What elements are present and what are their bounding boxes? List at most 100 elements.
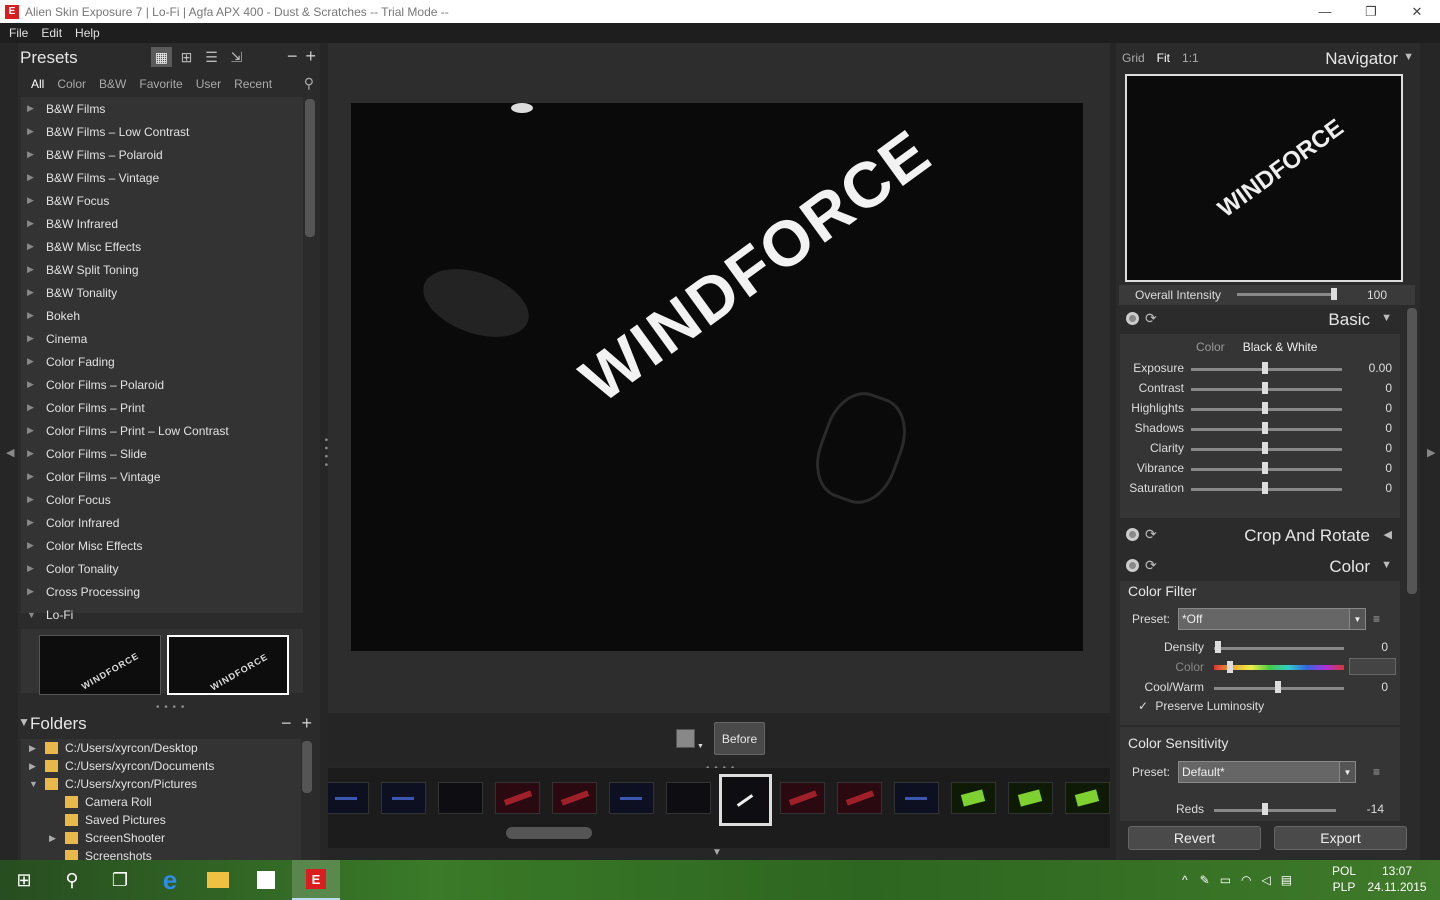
preset-category-item[interactable]: ▶ Color Films – Vintage	[21, 465, 303, 488]
density-knob[interactable]	[1215, 641, 1221, 653]
preset-category-item[interactable]: ▶ Cross Processing	[21, 580, 303, 603]
chevron-right-icon[interactable]: ▶	[27, 241, 36, 252]
reset-icon[interactable]: ⟳	[1145, 310, 1157, 327]
battery-icon[interactable]: ▭	[1220, 873, 1231, 887]
filmstrip-thumbnail[interactable]	[552, 782, 597, 814]
reds-knob[interactable]	[1262, 803, 1268, 815]
filmstrip-thumbnail[interactable]	[951, 782, 996, 814]
preserve-luminosity-checkbox[interactable]: ✓ Preserve Luminosity	[1138, 699, 1264, 713]
color-sensitivity-preset-select[interactable]: Default* ▼	[1178, 761, 1356, 783]
add-preset-button[interactable]: +	[305, 46, 316, 67]
preset-thumbnail-selected[interactable]: WINDFORCE	[167, 635, 289, 695]
volume-icon[interactable]: ◁	[1262, 873, 1271, 887]
filmstrip-thumbnail[interactable]	[609, 782, 654, 814]
collapse-all-icon[interactable]: ⇲	[226, 47, 247, 67]
filmstrip-scrollbar[interactable]	[506, 827, 592, 839]
taskbar-file-explorer[interactable]	[194, 860, 242, 900]
slider-knob[interactable]	[1262, 442, 1268, 454]
task-view-button[interactable]: ❐	[96, 860, 144, 900]
preset-category-item[interactable]: ▶ Bokeh	[21, 304, 303, 327]
menu-help[interactable]: Help	[75, 26, 100, 40]
intensity-track[interactable]	[1237, 293, 1337, 296]
filmstrip-thumbnail[interactable]	[894, 782, 939, 814]
folder-item[interactable]: Camera Roll	[21, 793, 301, 811]
folder-item[interactable]: ▼ C:/Users/xyrcon/Pictures	[21, 775, 301, 793]
system-clock[interactable]: 13:07 24.11.2015	[1366, 863, 1428, 895]
chevron-right-icon[interactable]: ▶	[27, 563, 36, 574]
chevron-right-icon[interactable]: ▶	[27, 356, 36, 367]
chevron-down-icon[interactable]: ▼	[29, 779, 39, 789]
filmstrip-thumbnail[interactable]	[780, 782, 825, 814]
tab-color[interactable]: Color	[1196, 340, 1225, 354]
filter-favorite[interactable]: Favorite	[139, 77, 182, 91]
preset-category-item[interactable]: ▼ Lo-Fi	[21, 603, 303, 626]
filmstrip-thumbnail[interactable]	[666, 782, 711, 814]
reset-icon[interactable]: ⟳	[1145, 526, 1157, 543]
preset-menu-icon[interactable]: ≡	[1373, 612, 1380, 626]
toggle-effect-icon[interactable]	[1126, 312, 1139, 325]
slider-knob[interactable]	[1262, 482, 1268, 494]
chevron-right-icon[interactable]: ▶	[27, 172, 36, 183]
chevron-right-icon[interactable]: ▶	[27, 333, 36, 344]
filmstrip-thumbnail[interactable]	[495, 782, 540, 814]
menu-edit[interactable]: Edit	[41, 26, 62, 40]
preset-category-item[interactable]: ▶ Cinema	[21, 327, 303, 350]
filmstrip-thumbnail[interactable]	[1065, 782, 1110, 814]
filter-color-swatch[interactable]	[1349, 658, 1396, 675]
maximize-button[interactable]: ❐	[1348, 0, 1394, 23]
folder-tree-scrollbar[interactable]	[302, 741, 312, 793]
chevron-right-icon[interactable]: ▶	[27, 540, 36, 551]
minimize-button[interactable]: —	[1302, 0, 1348, 23]
preset-category-item[interactable]: ▶ Color Films – Print – Low Contrast	[21, 419, 303, 442]
preset-category-item[interactable]: ▶ Color Films – Print	[21, 396, 303, 419]
preset-category-item[interactable]: ▶ B&W Infrared	[21, 212, 303, 235]
slider-knob[interactable]	[1262, 462, 1268, 474]
chevron-right-icon[interactable]: ▶	[27, 287, 36, 298]
collapse-right-arrow-icon[interactable]: ▶	[1427, 446, 1435, 459]
navigator-thumbnail[interactable]: WINDFORCE	[1125, 74, 1403, 282]
main-preview-image[interactable]: WINDFORCE	[351, 103, 1083, 651]
revert-button[interactable]: Revert	[1128, 826, 1261, 850]
zoom-fit[interactable]: Fit	[1157, 51, 1170, 65]
reds-track[interactable]	[1214, 809, 1336, 812]
preset-category-item[interactable]: ▶ B&W Films – Low Contrast	[21, 120, 303, 143]
chevron-right-icon[interactable]: ▶	[27, 195, 36, 206]
small-grid-view-icon[interactable]: ⊞	[176, 47, 197, 67]
preset-category-item[interactable]: ▶ B&W Split Toning	[21, 258, 303, 281]
folder-item[interactable]: ▶ C:/Users/xyrcon/Documents	[21, 757, 301, 775]
collapse-left-arrow-icon[interactable]: ◀	[6, 446, 14, 459]
preset-category-item[interactable]: ▶ Color Films – Slide	[21, 442, 303, 465]
show-hidden-icons-icon[interactable]: ^	[1182, 873, 1188, 887]
reset-icon[interactable]: ⟳	[1145, 557, 1157, 574]
slider-knob[interactable]	[1262, 382, 1268, 394]
filmstrip-thumbnail-selected[interactable]	[719, 774, 772, 826]
navigator-collapse-icon[interactable]: ▼	[1403, 51, 1414, 63]
filmstrip-thumbnail[interactable]	[837, 782, 882, 814]
remove-folder-button[interactable]: −	[281, 713, 292, 734]
chevron-right-icon[interactable]: ▶	[27, 218, 36, 229]
remove-preset-button[interactable]: −	[287, 46, 298, 67]
slider-knob[interactable]	[1262, 362, 1268, 374]
right-panel-scrollbar[interactable]	[1407, 308, 1417, 594]
pen-icon[interactable]: ✎	[1200, 873, 1210, 887]
preset-category-item[interactable]: ▶ B&W Films – Polaroid	[21, 143, 303, 166]
filmstrip-thumbnail[interactable]	[328, 782, 369, 814]
chevron-right-icon[interactable]: ▶	[29, 743, 39, 754]
chevron-down-icon[interactable]: ▼	[27, 610, 36, 620]
color-section-header[interactable]: ⟳ Color ▼	[1120, 554, 1400, 580]
large-grid-view-icon[interactable]: ▦	[151, 47, 172, 67]
preset-category-item[interactable]: ▶ Color Fading	[21, 350, 303, 373]
chevron-right-icon[interactable]: ▶	[27, 103, 36, 114]
color-knob[interactable]	[1227, 661, 1233, 673]
folder-item[interactable]: ▶ ScreenShooter	[21, 829, 301, 847]
slider-knob[interactable]	[1262, 402, 1268, 414]
tab-black-white[interactable]: Black & White	[1243, 340, 1318, 354]
chevron-right-icon[interactable]: ▶	[49, 833, 59, 844]
chevron-right-icon[interactable]: ▶	[27, 425, 36, 436]
chevron-right-icon[interactable]: ▶	[27, 517, 36, 528]
preset-category-item[interactable]: ▶ B&W Films – Vintage	[21, 166, 303, 189]
chevron-right-icon[interactable]: ▶	[27, 586, 36, 597]
preset-category-item[interactable]: ▶ B&W Tonality	[21, 281, 303, 304]
chevron-right-icon[interactable]: ▶	[27, 264, 36, 275]
taskbar-edge[interactable]: e	[146, 860, 194, 900]
